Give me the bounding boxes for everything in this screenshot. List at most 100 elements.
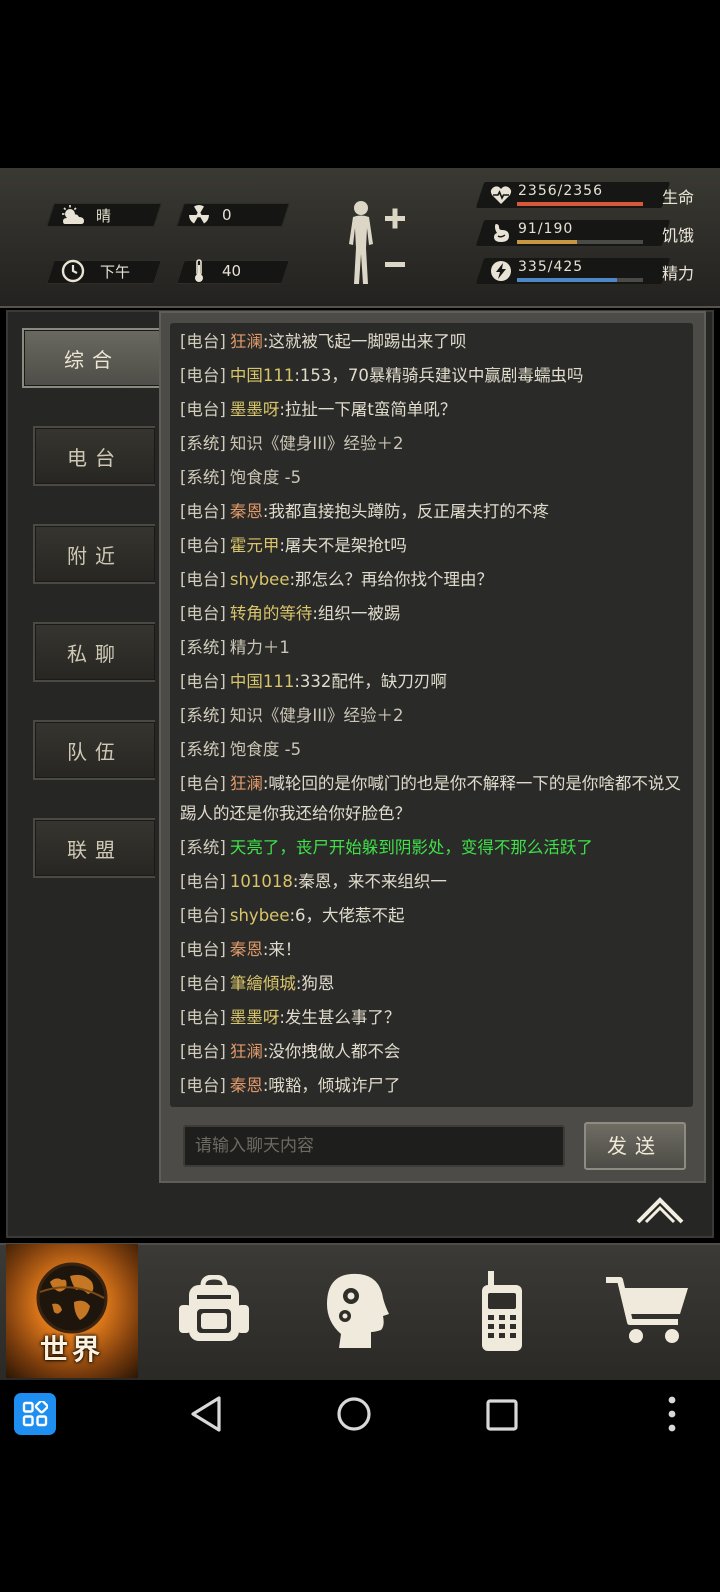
temperature-value: 40: [222, 262, 242, 280]
message-text: :屠夫不是架抢t吗: [279, 536, 407, 555]
hunger-label: 饥饿: [662, 226, 695, 245]
energy-stat: 335/425 精力: [475, 258, 705, 284]
brain-skills-icon: [327, 1273, 389, 1348]
hunger-stat: 91/190 饥饿: [475, 220, 705, 246]
chat-message: [系统] 饱食度 -5: [170, 733, 693, 767]
message-text: :秦恩，来不来组织一: [292, 872, 447, 891]
message-sender[interactable]: 筆繪傾城: [230, 974, 296, 993]
chat-message: [电台] 转角的等待:组织一被踢: [170, 597, 693, 631]
message-sender[interactable]: 101018: [230, 872, 293, 891]
home-icon[interactable]: [336, 1396, 372, 1432]
thermometer-icon: [184, 259, 214, 283]
message-channel: [电台]: [180, 974, 226, 993]
nav-radio-button[interactable]: [452, 1244, 552, 1378]
nav-world-button[interactable]: 世界: [6, 1244, 138, 1378]
nav-skills-button[interactable]: [306, 1244, 406, 1378]
message-sender[interactable]: shybee: [230, 570, 290, 589]
chat-message: [电台] 秦恩:来！: [170, 933, 693, 967]
message-text: 饱食度 -5: [229, 740, 302, 759]
message-channel: [电台]: [180, 906, 226, 925]
message-text: 知识《健身III》经验＋2: [229, 706, 404, 725]
chat-message: [电台] 101018:秦恩，来不来组织一: [170, 865, 693, 899]
hunger-bar: [517, 240, 643, 244]
more-icon[interactable]: [666, 1394, 678, 1434]
human-body-icon: [349, 201, 405, 284]
tab-team[interactable]: 队伍: [33, 720, 155, 780]
message-text: :狗恩: [295, 974, 335, 993]
message-channel: [电台]: [180, 570, 226, 589]
message-sender[interactable]: 墨墨呀: [230, 400, 280, 419]
tab-alliance[interactable]: 联盟: [33, 818, 155, 878]
message-channel: [电台]: [180, 940, 226, 959]
chat-message: [电台] 中国111:332配件，缺刀刃啊: [170, 665, 693, 699]
back-icon[interactable]: [188, 1395, 224, 1433]
chat-input[interactable]: 请输入聊天内容: [183, 1125, 565, 1167]
time-indicator: 下午: [58, 259, 130, 283]
message-channel: [系统]: [180, 638, 226, 657]
chat-message: [电台] 狂澜:喊轮回的是你喊门的也是你不解释一下的是你啥都不说又踢人的还是你我还…: [170, 767, 693, 831]
chat-message: [电台] 墨墨呀:发生甚么事了？: [170, 1001, 693, 1035]
message-text: 知识《健身III》经验＋2: [229, 434, 404, 453]
message-text: :拉扯一下屠t蛮简单吼？: [279, 400, 457, 419]
backpack-icon: [179, 1275, 249, 1341]
message-sender[interactable]: 转角的等待: [230, 604, 313, 623]
tab-radio[interactable]: 电台: [33, 426, 155, 486]
health-stat: 2356/2356 生命: [475, 182, 705, 208]
chat-message: [电台] shybee:那怎么？再给你找个理由？: [170, 563, 693, 597]
message-channel: [系统]: [180, 740, 226, 759]
message-channel: [系统]: [180, 706, 226, 725]
stomach-icon: [494, 224, 509, 242]
tab-nearby[interactable]: 附近: [33, 524, 155, 584]
chat-message: [系统] 知识《健身III》经验＋2: [170, 427, 693, 461]
chat-message: [电台] 霍元甲:屠夫不是架抢t吗: [170, 529, 693, 563]
message-channel: [电台]: [180, 872, 226, 891]
heart-pulse-icon: [490, 186, 512, 204]
message-sender[interactable]: 秦恩: [230, 502, 263, 521]
message-sender[interactable]: 秦恩: [230, 940, 263, 959]
message-sender[interactable]: 狂澜: [230, 774, 263, 793]
radiation-icon: [184, 204, 214, 226]
message-sender[interactable]: 狂澜: [230, 1042, 263, 1061]
collapse-up-icon[interactable]: [636, 1196, 684, 1224]
radiation-value: 0: [222, 206, 232, 224]
message-channel: [电台]: [180, 400, 226, 419]
chat-log[interactable]: [电台] 狂澜:这就被飞起一脚踢出来了呗 [电台] 中国111:153，70暴精骑兵建…: [170, 323, 693, 1107]
health-value: 2356/2356: [518, 183, 603, 199]
app-grid-icon[interactable]: [14, 1393, 56, 1435]
energy-bar-fill: [517, 278, 617, 282]
send-button[interactable]: 发送: [584, 1122, 686, 1170]
message-sender[interactable]: 狂澜: [230, 332, 263, 351]
message-text: 精力＋1: [229, 638, 290, 657]
message-sender[interactable]: 中国111: [230, 366, 295, 385]
body-status-button[interactable]: [340, 198, 414, 290]
nav-backpack-button[interactable]: [164, 1244, 264, 1378]
message-text: :这就被飞起一脚踢出来了呗: [262, 332, 467, 351]
radiation-indicator: 0: [184, 203, 232, 227]
message-sender[interactable]: 霍元甲: [230, 536, 280, 555]
chat-message: [电台] 秦恩:我都直接抱头蹲防，反正屠夫打的不疼: [170, 495, 693, 529]
tab-general[interactable]: 综合: [22, 328, 160, 388]
tab-private[interactable]: 私聊: [33, 622, 155, 682]
walkie-talkie-icon: [482, 1271, 522, 1351]
message-channel: [系统]: [180, 468, 226, 487]
message-text: :来！: [262, 940, 302, 959]
health-label: 生命: [662, 188, 695, 207]
message-text: :153，70暴精骑兵建议中赢剧毒蠕虫吗: [294, 366, 584, 385]
chat-message: [电台] 狂澜:没你拽做人都不会: [170, 1035, 693, 1069]
hunger-bar-fill: [517, 240, 578, 244]
message-text: :哦豁，倾城诈尸了: [262, 1076, 401, 1095]
recents-icon[interactable]: [485, 1398, 519, 1432]
message-sender[interactable]: shybee: [230, 906, 290, 925]
message-text: :6，大佬惹不起: [289, 906, 405, 925]
message-text: :没你拽做人都不会: [262, 1042, 401, 1061]
message-text: 天亮了，丧尸开始躲到阴影处，变得不那么活跃了: [229, 838, 593, 857]
nav-shop-button[interactable]: [598, 1244, 698, 1378]
message-sender[interactable]: 墨墨呀: [230, 1008, 280, 1027]
message-sender[interactable]: 中国111: [230, 672, 295, 691]
message-sender[interactable]: 秦恩: [230, 1076, 263, 1095]
energy-bar: [517, 278, 643, 282]
message-channel: [电台]: [180, 332, 226, 351]
chat-message: [电台] shybee:6，大佬惹不起: [170, 899, 693, 933]
health-bar: [517, 202, 643, 206]
health-bar-fill: [517, 202, 643, 206]
